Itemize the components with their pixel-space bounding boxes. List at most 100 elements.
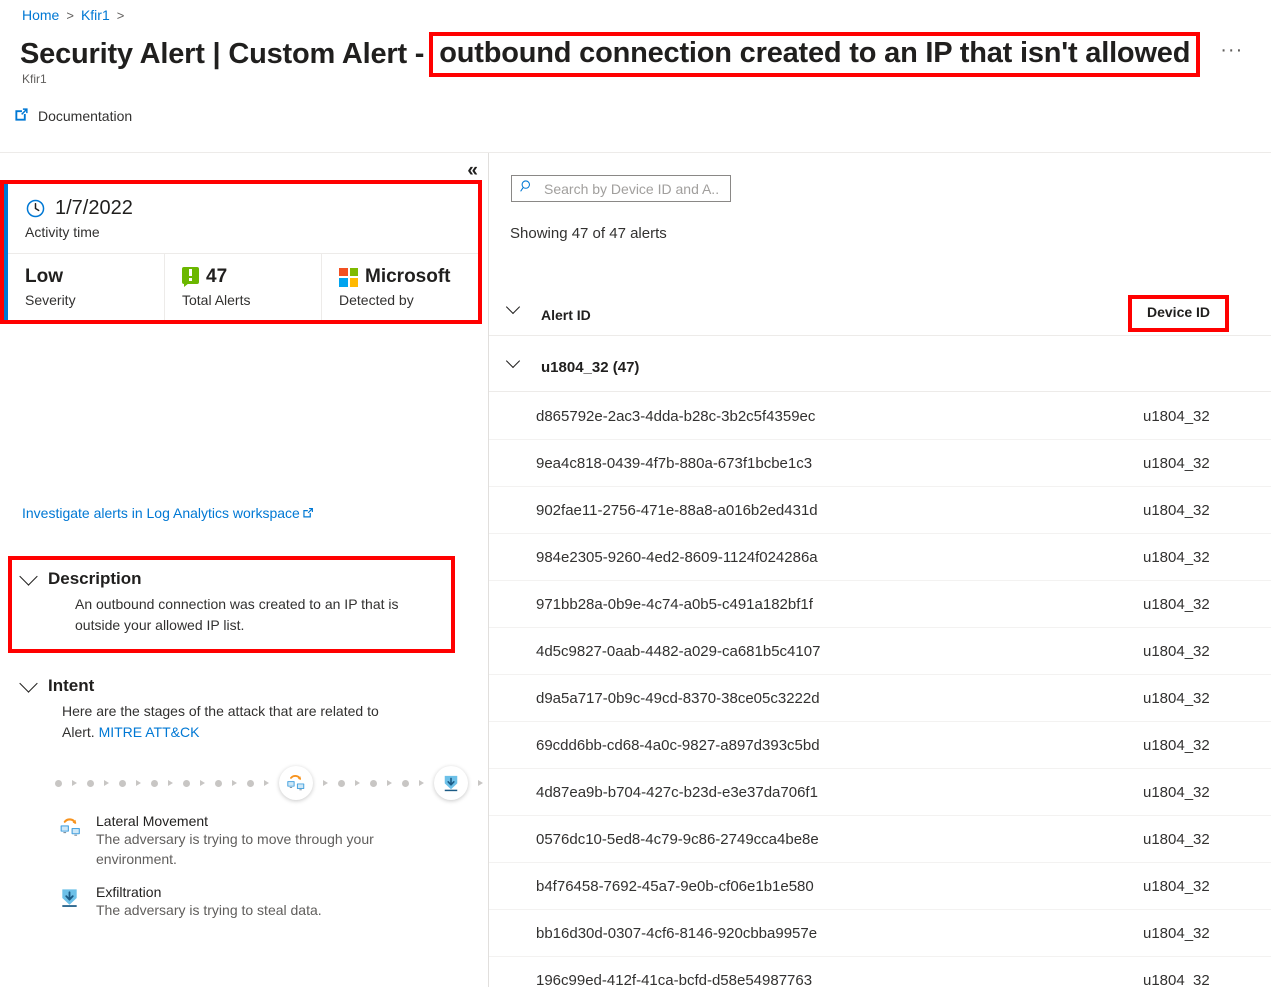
lateral-movement-icon — [287, 775, 305, 791]
kill-chain-dot — [183, 779, 190, 787]
cell-device-id: u1804_32 — [1143, 971, 1210, 987]
mitre-attack-link[interactable]: MITRE ATT&CK — [99, 724, 200, 740]
severity-label: Severity — [25, 292, 76, 308]
kill-chain-arrow-icon — [168, 780, 173, 786]
breadcrumb-separator-icon-2: > — [116, 7, 125, 23]
cell-alert-id: 984e2305-9260-4ed2-8609-1124f024286a — [536, 548, 818, 566]
table-row[interactable]: 9ea4c818-0439-4f7b-880a-673f1bcbe1c3 u180… — [489, 440, 1271, 487]
table-row[interactable]: b4f76458-7692-45a7-9e0b-cf06e1b1e580 u180… — [489, 863, 1271, 910]
total-alerts-value: 47 — [206, 266, 228, 287]
intent-section: Intent Here are the stages of the attack… — [19, 674, 462, 742]
tactic-name: Lateral Movement — [96, 813, 209, 829]
severity-value: Low — [25, 266, 63, 287]
expand-all-chevron-icon[interactable] — [505, 299, 521, 315]
table-row[interactable]: 0576dc10-5ed8-4c79-9c86-2749cca4be8e u180… — [489, 816, 1271, 863]
description-section-header[interactable]: Description — [19, 567, 441, 589]
investigate-link-label: Investigate alerts in Log Analytics work… — [22, 505, 300, 521]
description-body: An outbound connection was created to an… — [75, 596, 399, 633]
cell-device-id: u1804_32 — [1143, 830, 1210, 848]
table-row[interactable]: 902fae11-2756-471e-88a8-a016b2ed431d u180… — [489, 487, 1271, 534]
cell-device-id: u1804_32 — [1143, 783, 1210, 801]
intent-section-header[interactable]: Intent — [19, 674, 462, 696]
cell-alert-id: 0576dc10-5ed8-4c79-9c86-2749cca4be8e — [536, 830, 819, 848]
table-row[interactable]: 69cdd6bb-cd68-4a0c-9827-a897d393c5bd u180… — [489, 722, 1271, 769]
table-row[interactable]: 4d87ea9b-b704-427c-b23d-e3e37da706f1 u180… — [489, 769, 1271, 816]
chevron-down-icon — [19, 567, 38, 586]
kill-chain-arrow-icon — [419, 780, 424, 786]
cell-device-id: u1804_32 — [1143, 689, 1210, 707]
table-row[interactable]: 4d5c9827-0aab-4482-a029-ca681b5c4107 u180… — [489, 628, 1271, 675]
breadcrumb: Home > Kfir1 > — [22, 7, 124, 23]
kill-chain-arrow-icon — [200, 780, 205, 786]
exfiltration-icon — [444, 775, 458, 792]
table-row[interactable]: 984e2305-9260-4ed2-8609-1124f024286a u180… — [489, 534, 1271, 581]
alerts-list-pane: Showing 47 of 47 alerts Alert ID Device … — [489, 153, 1271, 987]
documentation-button[interactable]: Documentation — [14, 107, 132, 125]
tactic-description: The adversary is trying to move through … — [96, 831, 374, 868]
kill-chain-dot — [87, 779, 94, 787]
external-link-icon-small — [302, 505, 314, 522]
documentation-label: Documentation — [38, 108, 133, 124]
table-row[interactable]: d9a5a717-0b9c-49cd-8370-38ce05c3222d u180… — [489, 675, 1271, 722]
summary-metrics-row: Low Severity 47 Total Alerts Microsoft D… — [8, 254, 478, 320]
kill-chain-dot — [119, 779, 126, 787]
breadcrumb-home[interactable]: Home — [22, 7, 59, 23]
alerts-group-row[interactable]: u1804_32 (47) — [489, 345, 1271, 392]
detected-by-cell: Microsoft Detected by — [322, 254, 478, 320]
cell-device-id: u1804_32 — [1143, 407, 1210, 425]
cell-alert-id: 971bb28a-0b9e-4c74-a0b5-c491a182bf1f — [536, 595, 813, 613]
cell-alert-id: 902fae11-2756-471e-88a8-a016b2ed431d — [536, 501, 818, 519]
column-header-alert-id[interactable]: Alert ID — [541, 307, 591, 323]
column-header-device-id[interactable]: Device ID — [1147, 304, 1210, 320]
cell-alert-id: bb16d30d-0307-4cf6-8146-920cbba9957e — [536, 924, 818, 942]
collapse-pane-button[interactable]: « — [467, 161, 478, 180]
external-link-icon — [14, 107, 29, 125]
activity-time-section: 1/7/2022 Activity time — [8, 184, 478, 254]
kill-chain-node-exfiltration[interactable] — [434, 766, 468, 800]
breadcrumb-separator-icon: > — [66, 7, 74, 23]
exfiltration-icon — [58, 884, 84, 920]
search-box[interactable] — [511, 175, 731, 202]
kill-chain-arrow-icon — [232, 780, 237, 786]
tactic-description: The adversary is trying to steal data. — [96, 901, 322, 918]
table-row[interactable]: d865792e-2ac3-4dda-b28c-3b2c5f4359ec u180… — [489, 393, 1271, 440]
page-title-row: Security Alert | Custom Alert - outbound… — [20, 32, 1242, 77]
cell-device-id: u1804_32 — [1143, 924, 1210, 942]
breadcrumb-account[interactable]: Kfir1 — [81, 7, 110, 23]
cell-alert-id: 196c99ed-412f-41ca-bcfd-d58e54987763 — [536, 971, 813, 987]
cell-alert-id: 4d5c9827-0aab-4482-a029-ca681b5c4107 — [536, 642, 821, 660]
page-title: Security Alert | Custom Alert - — [20, 38, 425, 70]
alert-details-pane: « 1/7/2022 Activity time Low Severity 47… — [0, 153, 488, 987]
activity-time-label: Activity time — [25, 224, 100, 240]
cell-alert-id: d9a5a717-0b9c-49cd-8370-38ce05c3222d — [536, 689, 820, 707]
kill-chain-node-lateral-movement[interactable] — [279, 766, 313, 800]
table-row[interactable]: 196c99ed-412f-41ca-bcfd-d58e54987763 u180… — [489, 957, 1271, 987]
group-label: u1804_32 (47) — [541, 359, 640, 376]
description-heading: Description — [48, 569, 142, 588]
investigate-alerts-link[interactable]: Investigate alerts in Log Analytics work… — [22, 505, 314, 522]
group-collapse-chevron-icon[interactable] — [505, 353, 521, 369]
summary-card-annotation: 1/7/2022 Activity time Low Severity 47 T… — [0, 180, 482, 324]
kill-chain-dot — [338, 779, 345, 787]
cell-alert-id: 9ea4c818-0439-4f7b-880a-673f1bcbe1c3 — [536, 454, 813, 472]
search-input[interactable] — [542, 179, 722, 198]
cell-device-id: u1804_32 — [1143, 595, 1210, 613]
cell-device-id: u1804_32 — [1143, 642, 1210, 660]
microsoft-logo-icon — [339, 267, 358, 287]
column-header-device-id-annotation: Device ID — [1128, 295, 1230, 332]
kill-chain-arrow-icon — [478, 780, 483, 786]
cell-alert-id: 69cdd6bb-cd68-4a0c-9827-a897d393c5bd — [536, 736, 820, 754]
table-row[interactable]: 971bb28a-0b9e-4c74-a0b5-c491a182bf1f u180… — [489, 581, 1271, 628]
showing-count-label: Showing 47 of 47 alerts — [510, 225, 667, 242]
kill-chain-arrow-icon — [72, 780, 77, 786]
more-options-button[interactable]: ··· — [1220, 40, 1243, 70]
cell-device-id: u1804_32 — [1143, 877, 1210, 895]
severity-cell: Low Severity — [8, 254, 165, 320]
page-title-alert-name: outbound connection created to an IP tha… — [439, 37, 1191, 69]
table-row[interactable]: bb16d30d-0307-4cf6-8146-920cbba9957e u180… — [489, 910, 1271, 957]
kill-chain-arrow-icon — [136, 780, 141, 786]
cell-alert-id: 4d87ea9b-b704-427c-b23d-e3e37da706f1 — [536, 783, 818, 801]
kill-chain-dot — [402, 779, 409, 787]
page-subtitle: Kfir1 — [22, 72, 47, 86]
alert-summary-card: 1/7/2022 Activity time Low Severity 47 T… — [4, 184, 478, 320]
